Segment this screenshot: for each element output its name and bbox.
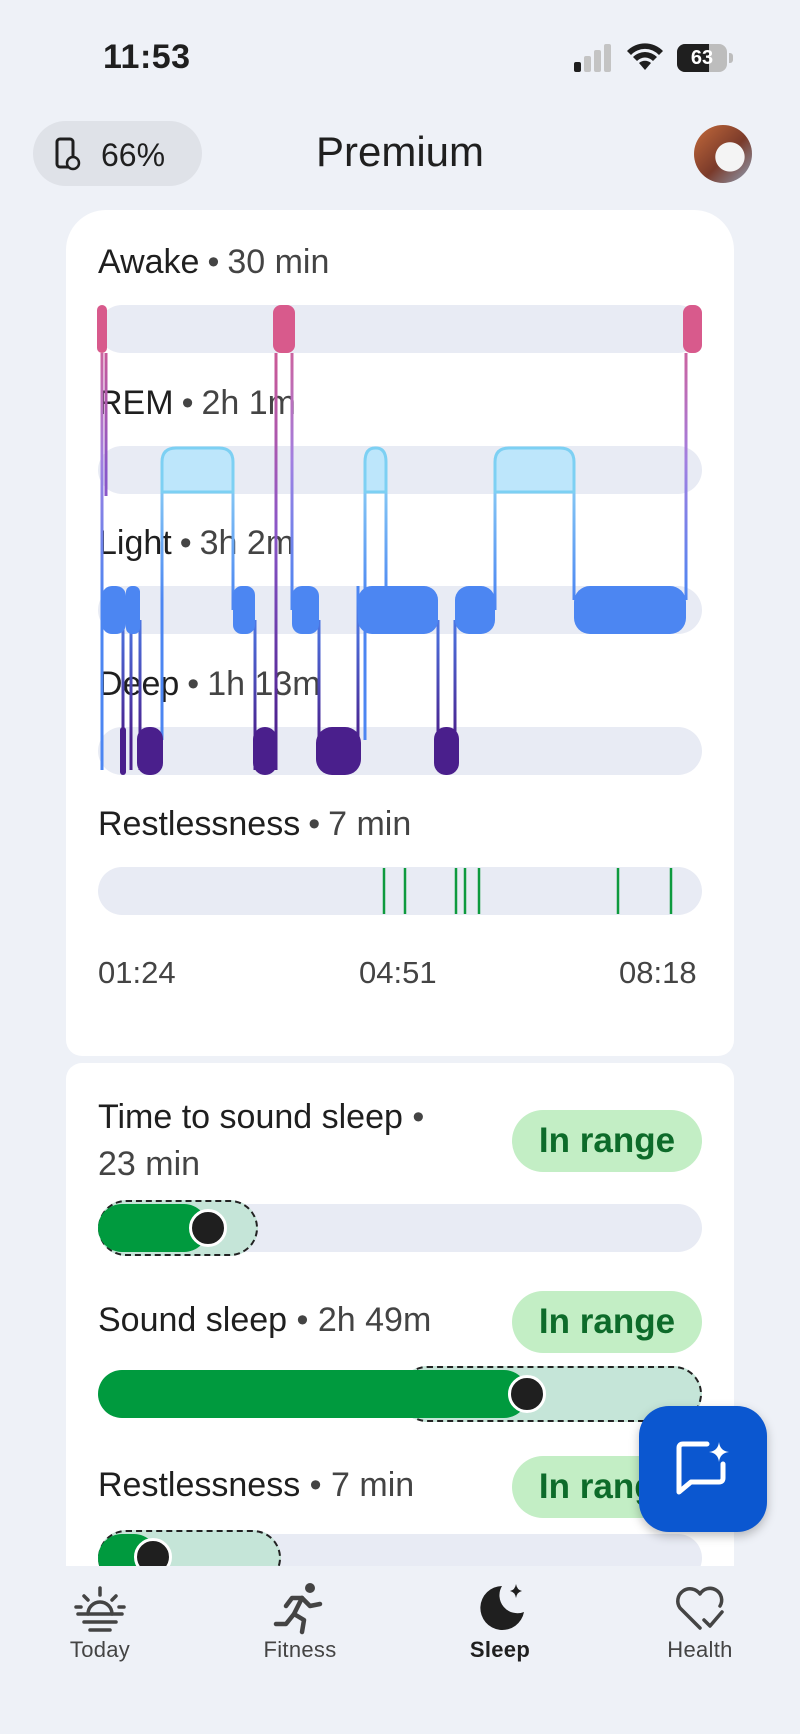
bottom-navigation: Today Fitness Sleep Health (0, 1566, 800, 1734)
heart-check-icon (676, 1586, 724, 1630)
nav-label-sleep: Sleep (469, 1637, 531, 1662)
timeline-start: 01:24 (98, 955, 176, 990)
timeline-end: 08:18 (619, 955, 697, 990)
running-icon (273, 1583, 323, 1635)
status-badge: In range (512, 1110, 702, 1172)
moon-icon (480, 1584, 524, 1630)
nav-item-sleep[interactable]: Sleep (400, 1566, 600, 1696)
nav-item-health[interactable]: Health (600, 1566, 800, 1696)
metric-title-restlessness: Restlessness • 7 min (98, 1466, 415, 1504)
nav-label-fitness: Fitness (263, 1637, 337, 1662)
restlessness-marks (382, 868, 673, 914)
nav-item-today[interactable]: Today (0, 1566, 200, 1696)
chat-sparkle-icon (676, 1441, 729, 1495)
metric-fill (98, 1370, 528, 1418)
status-badge: In range (512, 1291, 702, 1353)
metric-marker (508, 1375, 546, 1413)
chat-assistant-button[interactable] (639, 1406, 767, 1532)
sunrise-icon (74, 1586, 126, 1632)
nav-label-today: Today (69, 1637, 131, 1662)
metric-title-sound-sleep: Sound sleep • 2h 49m (98, 1301, 432, 1339)
nav-label-health: Health (667, 1637, 733, 1662)
timeline-mid: 04:51 (359, 955, 437, 990)
nav-item-fitness[interactable]: Fitness (200, 1566, 400, 1696)
metric-title-time-to-sound-sleep: Time to sound sleep • 23 min (98, 1098, 425, 1183)
metric-marker (189, 1209, 227, 1247)
